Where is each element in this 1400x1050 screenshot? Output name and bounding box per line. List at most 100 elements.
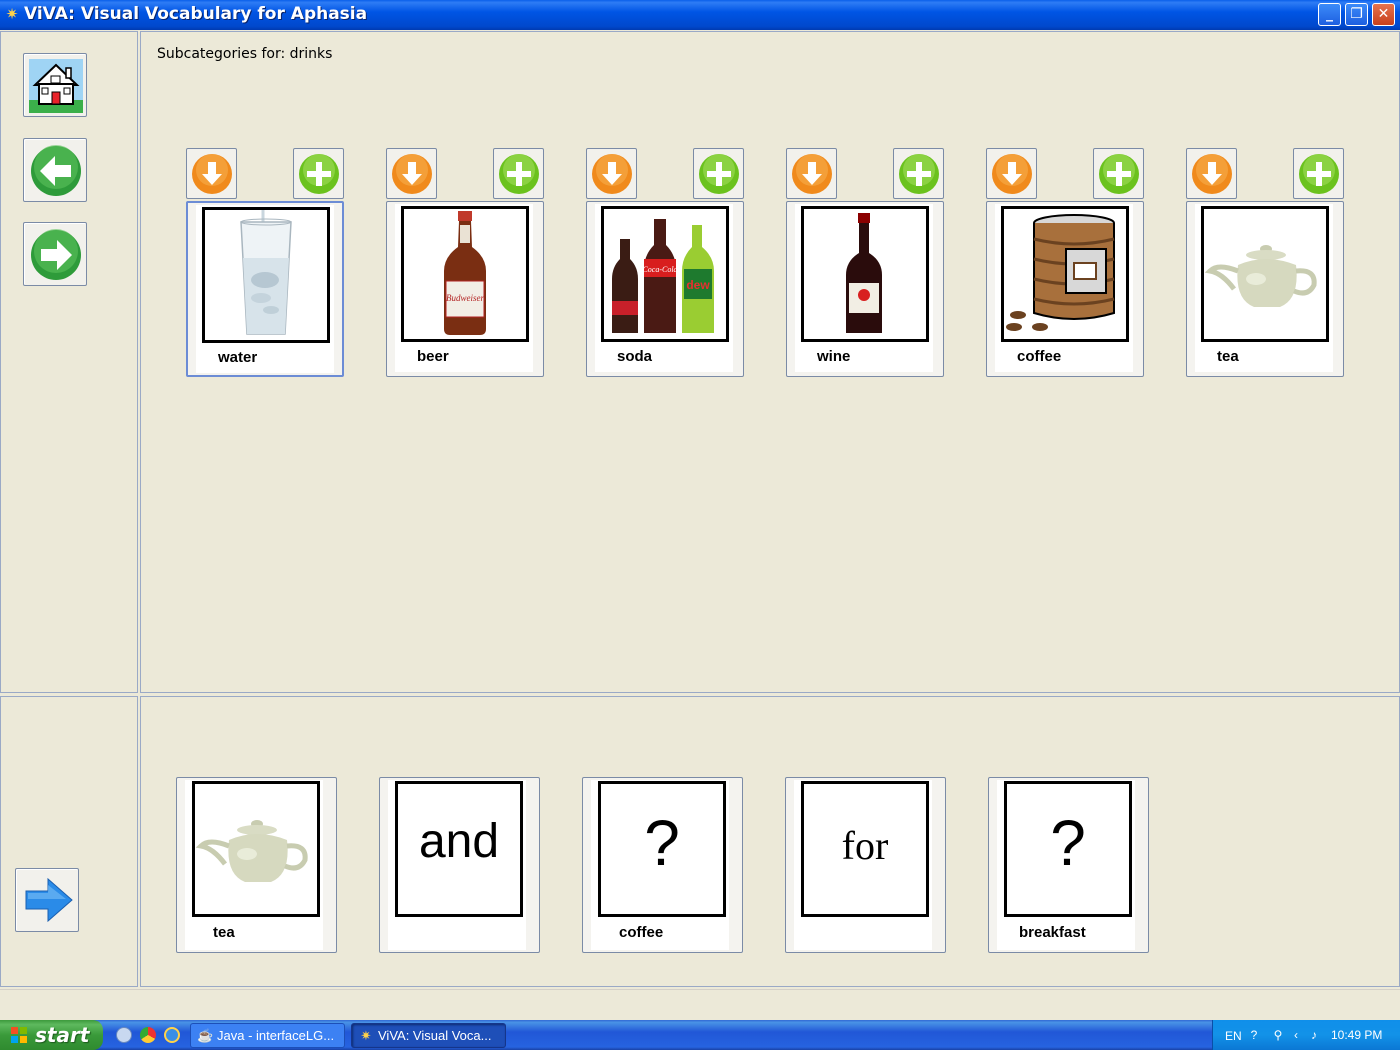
- title-bar: ✷ ViVA: Visual Vocabulary for Aphasia _ …: [0, 0, 1400, 30]
- viva-icon: ✷: [360, 1028, 372, 1043]
- teapot-icon: [195, 784, 317, 914]
- start-button[interactable]: start: [0, 1020, 103, 1050]
- subcategory-card-coffee[interactable]: coffee: [986, 201, 1144, 377]
- expand-button-water[interactable]: [186, 148, 237, 199]
- expand-button-beer[interactable]: [386, 148, 437, 199]
- plus-icon: [899, 154, 939, 194]
- svg-text:dew: dew: [686, 278, 710, 292]
- close-button[interactable]: ✕: [1372, 3, 1395, 26]
- expand-button-tea[interactable]: [1186, 148, 1237, 199]
- navigation-panel: [0, 31, 138, 693]
- question-mark-symbol: ?: [644, 807, 680, 879]
- card-picture: [1001, 206, 1129, 342]
- windows-flag-icon: [11, 1027, 27, 1043]
- subcategory-card-tea[interactable]: tea: [1186, 201, 1344, 377]
- maximize-button[interactable]: ❐: [1345, 3, 1368, 26]
- status-strip: [0, 989, 1400, 1019]
- card-picture: [192, 781, 320, 917]
- add-button-coffee[interactable]: [1093, 148, 1144, 199]
- arrow-left-icon: [31, 145, 81, 196]
- card-label: coffee: [1017, 348, 1062, 365]
- arrow-down-icon: [392, 154, 432, 194]
- card-label: tea: [1217, 348, 1239, 365]
- java-icon: ☕: [197, 1028, 214, 1043]
- language-indicator[interactable]: EN: [1225, 1029, 1242, 1043]
- desktop-quicklaunch-icon[interactable]: [116, 1027, 132, 1043]
- clock: 10:49 PM: [1331, 1028, 1383, 1042]
- arrow-down-icon: [992, 154, 1032, 194]
- beer-bottle-icon: Budweiser: [404, 209, 526, 339]
- chrome-quicklaunch-icon[interactable]: [140, 1027, 156, 1043]
- add-button-tea[interactable]: [1293, 148, 1344, 199]
- home-button[interactable]: [23, 53, 87, 117]
- system-tray: EN ? ⚲ ‹ ♪ 10:49 PM: [1212, 1020, 1400, 1050]
- subcategory-card-beer[interactable]: Budweiser beer: [386, 201, 544, 377]
- arrow-down-icon: [192, 154, 232, 194]
- card-picture: Budweiser: [401, 206, 529, 342]
- word-symbol: for: [841, 823, 889, 868]
- speak-sentence-button[interactable]: [15, 868, 79, 932]
- ie-quicklaunch-icon[interactable]: [164, 1027, 180, 1043]
- sentence-card-breakfast[interactable]: ? breakfast: [988, 777, 1149, 953]
- subcategory-card-wine[interactable]: wine: [786, 201, 944, 377]
- card-picture: [801, 206, 929, 342]
- expand-button-coffee[interactable]: [986, 148, 1037, 199]
- window-title: ViVA: Visual Vocabulary for Aphasia: [24, 4, 368, 24]
- taskbar-item-label: ViVA: Visual Voca...: [378, 1028, 492, 1043]
- house-icon: [29, 59, 83, 113]
- card-label: water: [218, 349, 258, 366]
- viva-app-icon: ✷: [5, 5, 19, 23]
- soda-bottles-icon: Coca-Cola dew: [604, 209, 726, 339]
- word-symbol: and: [418, 815, 500, 868]
- expand-button-wine[interactable]: [786, 148, 837, 199]
- arrow-right-icon: [31, 229, 81, 280]
- card-picture: ?: [1004, 781, 1132, 917]
- question-mark-symbol: ?: [1050, 807, 1086, 879]
- svg-text:Coca-Cola: Coca-Cola: [642, 265, 677, 274]
- taskbar-item-viva[interactable]: ✷ ViVA: Visual Voca...: [351, 1023, 506, 1048]
- help-icon[interactable]: ?: [1247, 1028, 1261, 1042]
- subcategory-card-water[interactable]: water: [186, 201, 344, 377]
- start-label: start: [35, 1023, 90, 1047]
- arrow-down-icon: [592, 154, 632, 194]
- arrow-down-icon: [1192, 154, 1232, 194]
- subcategory-card-soda[interactable]: Coca-Cola dew soda: [586, 201, 744, 377]
- sentence-card-tea[interactable]: tea: [176, 777, 337, 953]
- forward-button[interactable]: [23, 222, 87, 286]
- coffee-can-icon: [1004, 209, 1126, 339]
- back-button[interactable]: [23, 138, 87, 202]
- plus-icon: [299, 154, 339, 194]
- card-label: soda: [617, 348, 653, 365]
- taskbar: start ☕ Java - interfaceLG... ✷ ViVA: Vi…: [0, 1020, 1400, 1050]
- expand-button-soda[interactable]: [586, 148, 637, 199]
- card-label: breakfast: [1019, 924, 1086, 941]
- card-picture: Coca-Cola dew: [601, 206, 729, 342]
- taskbar-item-label: Java - interfaceLG...: [217, 1028, 335, 1043]
- add-button-soda[interactable]: [693, 148, 744, 199]
- card-label: coffee: [619, 924, 664, 941]
- card-label: tea: [213, 924, 235, 941]
- add-button-beer[interactable]: [493, 148, 544, 199]
- glass-of-water-icon: [205, 210, 327, 340]
- network-icon[interactable]: ⚲: [1271, 1028, 1285, 1042]
- minimize-button[interactable]: _: [1318, 3, 1341, 26]
- wine-bottle-icon: [804, 209, 926, 339]
- chevron-left-icon[interactable]: ‹: [1289, 1028, 1303, 1042]
- card-picture: for: [801, 781, 929, 917]
- arrow-right-blue-icon: [25, 877, 73, 923]
- plus-icon: [1299, 154, 1339, 194]
- plus-icon: [1099, 154, 1139, 194]
- add-button-wine[interactable]: [893, 148, 944, 199]
- card-picture: and: [395, 781, 523, 917]
- sentence-card-for[interactable]: for: [785, 777, 946, 953]
- sentence-card-and[interactable]: and: [379, 777, 540, 953]
- plus-icon: [699, 154, 739, 194]
- plus-icon: [499, 154, 539, 194]
- volume-icon[interactable]: ♪: [1307, 1028, 1321, 1042]
- taskbar-item-java[interactable]: ☕ Java - interfaceLG...: [190, 1023, 345, 1048]
- card-picture: ?: [598, 781, 726, 917]
- sentence-card-coffee[interactable]: ? coffee: [582, 777, 743, 953]
- add-button-water[interactable]: [293, 148, 344, 199]
- card-label: wine: [817, 348, 851, 365]
- arrow-down-icon: [792, 154, 832, 194]
